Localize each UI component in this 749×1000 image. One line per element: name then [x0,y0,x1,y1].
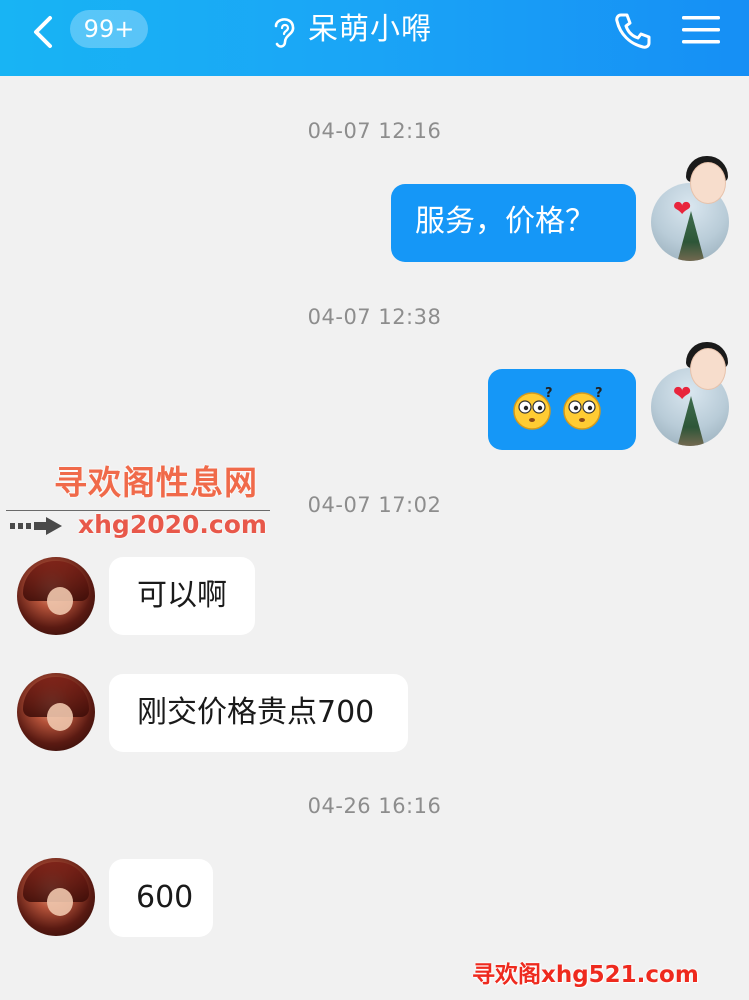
message-bubble-outgoing[interactable]: 服务，价格？ [391,184,636,262]
message-text: 可以啊 [137,578,227,613]
arrow-right-icon [10,517,62,535]
unread-count-badge[interactable]: 99+ [70,10,148,48]
message-timestamp: 04-07 12:38 [307,305,442,329]
watermark-site-url: xhg2020.com [78,510,267,539]
avatar-pendant-sticker [686,156,738,216]
watermark-bottom: 寻欢阁xhg521.com [472,962,699,988]
svg-text:?: ? [595,387,603,401]
phone-call-icon[interactable] [612,10,654,52]
chat-title: 呆萌小嘚 [308,12,432,47]
message-bubble-incoming[interactable]: 600 [109,859,213,937]
chat-header: 99+ 呆萌小嘚 [0,0,749,76]
message-bubble-incoming[interactable]: 刚交价格贵点700 [109,674,408,752]
message-bubble-incoming[interactable]: 可以啊 [109,557,255,635]
message-text: 服务，价格？ [415,204,595,239]
back-arrow-icon[interactable] [28,12,62,52]
contact-avatar[interactable] [17,557,95,635]
message-timestamp: 04-26 16:16 [307,794,442,818]
contact-avatar[interactable] [17,673,95,751]
watermark-site-name: 寻欢阁性息网 [54,463,258,502]
svg-text:?: ? [545,387,553,401]
confused-emoji-icon: ? [563,387,603,430]
message-bubble-outgoing[interactable]: ? ? [488,369,636,450]
avatar-pendant-sticker [686,342,738,402]
confused-emoji-icon: ? [513,387,553,430]
ear-icon [274,18,295,48]
message-timestamp: 04-07 12:16 [307,119,442,143]
message-text: 刚交价格贵点700 [137,695,375,730]
contact-avatar[interactable] [17,858,95,936]
menu-icon[interactable] [680,12,722,48]
message-text: 600 [136,880,194,915]
